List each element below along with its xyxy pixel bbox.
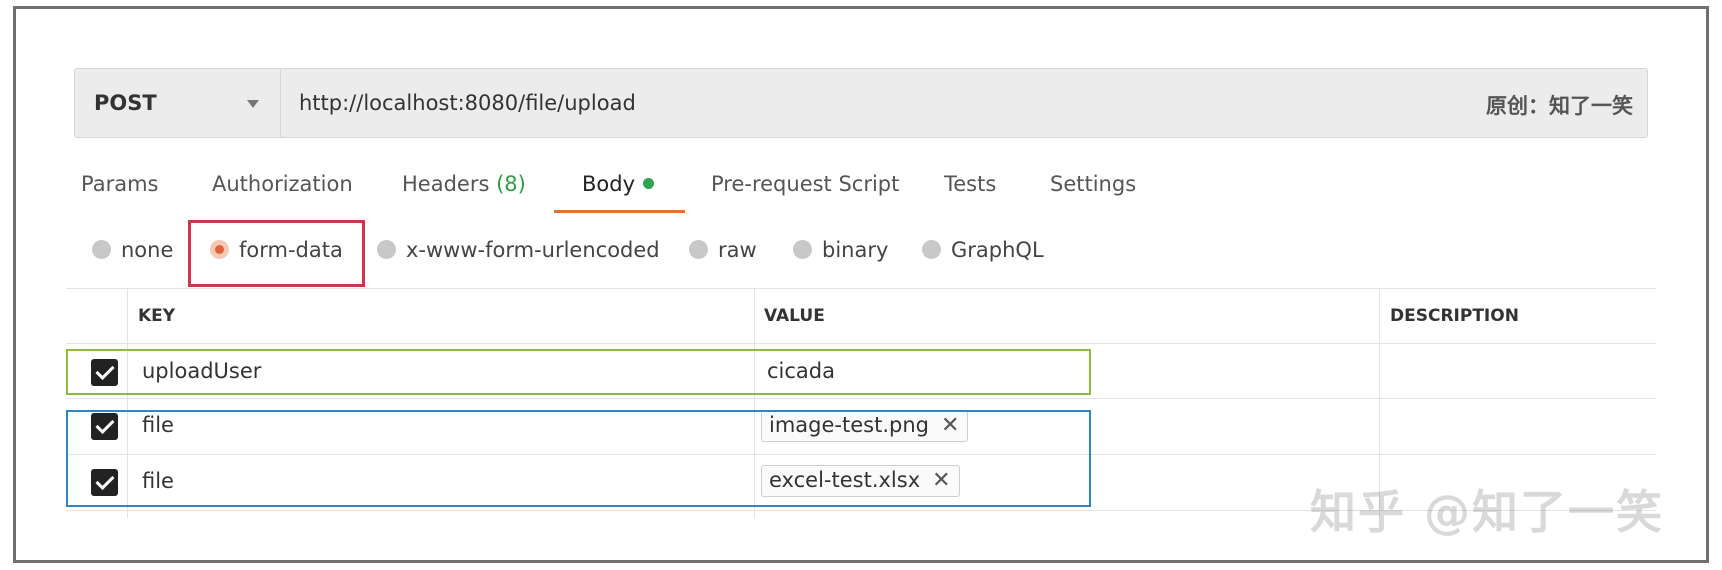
radio-x-www-form-urlencoded[interactable]: x-www-form-urlencoded bbox=[377, 238, 660, 262]
table-top-border bbox=[66, 288, 1656, 289]
tab-settings[interactable]: Settings bbox=[1050, 172, 1136, 196]
row-divider bbox=[66, 398, 1656, 399]
chevron-down-icon bbox=[247, 100, 259, 108]
body-indicator-dot bbox=[643, 177, 655, 189]
method-label: POST bbox=[94, 91, 157, 115]
radio-label: none bbox=[121, 238, 174, 262]
radio-icon bbox=[793, 239, 812, 259]
tab-label: Tests bbox=[944, 172, 997, 196]
tab-label: Params bbox=[81, 172, 159, 196]
radio-label: raw bbox=[718, 238, 757, 262]
column-header-value: VALUE bbox=[764, 306, 825, 326]
radio-binary[interactable]: binary bbox=[793, 238, 888, 262]
radio-none[interactable]: none bbox=[92, 238, 173, 262]
radio-raw[interactable]: raw bbox=[689, 238, 757, 262]
method-select[interactable]: POST bbox=[75, 69, 281, 137]
radio-graphql[interactable]: GraphQL bbox=[922, 238, 1044, 262]
headers-count: (8) bbox=[496, 172, 526, 196]
tab-pre-request-script[interactable]: Pre-request Script bbox=[711, 172, 899, 196]
radio-icon bbox=[377, 239, 396, 259]
tab-label: Headers bbox=[402, 172, 490, 196]
radio-label: x-www-form-urlencoded bbox=[406, 238, 660, 262]
watermark: 知乎 @知了一笑 bbox=[1310, 485, 1665, 539]
tab-label: Pre-request Script bbox=[711, 172, 900, 196]
tab-headers[interactable]: Headers (8) bbox=[402, 172, 526, 196]
url-input[interactable]: http://localhost:8080/file/upload bbox=[299, 91, 636, 115]
radio-icon bbox=[689, 239, 708, 259]
radio-icon bbox=[922, 239, 941, 259]
active-tab-underline bbox=[554, 210, 685, 213]
credit-label: 原创：知了一笑 bbox=[1486, 94, 1633, 118]
request-bar: POST http://localhost:8080/file/upload 原… bbox=[74, 68, 1648, 138]
tab-tests[interactable]: Tests bbox=[944, 172, 996, 196]
tab-params[interactable]: Params bbox=[81, 172, 159, 196]
tab-authorization[interactable]: Authorization bbox=[212, 172, 353, 196]
tab-label: Settings bbox=[1050, 172, 1137, 196]
tab-label: Body bbox=[582, 172, 636, 196]
radio-label: GraphQL bbox=[951, 238, 1044, 262]
tab-label: Authorization bbox=[212, 172, 353, 196]
text-field-highlight bbox=[66, 349, 1091, 395]
radio-label: binary bbox=[822, 238, 889, 262]
file-fields-highlight bbox=[66, 410, 1091, 507]
radio-icon bbox=[92, 239, 111, 259]
tab-body[interactable]: Body bbox=[582, 172, 655, 196]
column-header-key: KEY bbox=[138, 306, 176, 326]
table-header-border bbox=[66, 343, 1656, 344]
form-data-highlight bbox=[188, 220, 365, 287]
column-header-description: DESCRIPTION bbox=[1390, 306, 1519, 326]
